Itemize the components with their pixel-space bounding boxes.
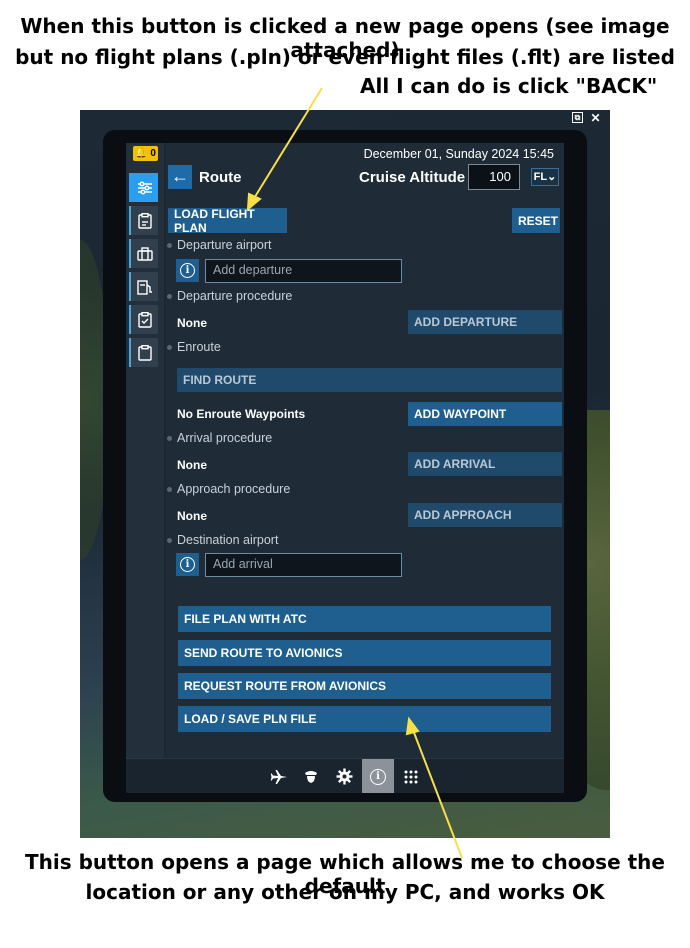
reset-button[interactable]: RESET [512, 208, 560, 233]
fuel-icon [136, 279, 152, 295]
chevron-down-icon: ⌄ [547, 171, 557, 183]
close-icon[interactable]: ✕ [589, 112, 602, 125]
departure-info-button[interactable]: i [176, 259, 199, 282]
add-departure-button[interactable]: ADD DEPARTURE [408, 310, 562, 334]
sidebar-item-notes[interactable] [129, 338, 158, 367]
sidebar-item-fuel[interactable] [129, 272, 158, 301]
timeline-dot [167, 345, 172, 350]
settings-button[interactable] [329, 759, 359, 793]
pilot-button[interactable] [296, 759, 326, 793]
briefcase-icon [136, 246, 153, 261]
approach-procedure-value: None [177, 509, 207, 523]
airplane-button[interactable] [264, 759, 294, 793]
back-button[interactable]: ← [168, 165, 192, 189]
destination-airport-label: Destination airport [177, 533, 279, 547]
arrival-procedure-label: Arrival procedure [177, 431, 273, 445]
timeline-dot [167, 294, 172, 299]
caption-top-line2: but no flight plans (.pln) or even fligh… [15, 45, 675, 69]
clipboard-icon [137, 344, 152, 361]
timeline-dot [167, 538, 172, 543]
add-waypoint-button[interactable]: ADD WAYPOINT [408, 402, 562, 426]
timeline-dot [167, 436, 172, 441]
sidebar-item-route[interactable] [129, 173, 158, 202]
destination-input[interactable]: Add arrival [205, 553, 402, 577]
info-icon: i [180, 263, 195, 278]
gear-icon [336, 768, 352, 785]
arrival-procedure-value: None [177, 458, 207, 472]
pilot-icon [305, 770, 317, 783]
sidebar-item-checklist[interactable] [129, 206, 158, 235]
find-route-button[interactable]: FIND ROUTE [177, 368, 562, 392]
apps-button[interactable] [396, 759, 426, 793]
window-tools: ⧉ ✕ [572, 112, 602, 125]
altitude-unit-select[interactable]: FL⌄ [531, 168, 559, 186]
departure-input[interactable]: Add departure [205, 259, 402, 283]
departure-procedure-label: Departure procedure [177, 289, 293, 303]
send-route-avionics-button[interactable]: SEND ROUTE TO AVIONICS [178, 640, 551, 666]
timeline-dot [167, 243, 172, 248]
sidebar-item-checks[interactable] [129, 305, 158, 334]
cruise-altitude-label: Cruise Altitude [359, 169, 466, 186]
caption-bottom-line2: location or any other on my PC, and work… [85, 880, 605, 904]
info-icon: i [180, 557, 195, 572]
file-plan-atc-button[interactable]: FILE PLAN WITH ATC [178, 606, 551, 632]
approach-procedure-label: Approach procedure [177, 482, 291, 496]
enroute-label: Enroute [177, 340, 221, 354]
efb-screen: 🔔 0 December 01, Sunday 2024 15:45 ← Rou… [126, 143, 564, 793]
route-panel: December 01, Sunday 2024 15:45 ← Route C… [166, 143, 564, 758]
page-title: Route [199, 169, 242, 186]
altitude-unit: FL [533, 171, 548, 183]
enroute-value: No Enroute Waypoints [177, 407, 306, 421]
bottom-toolbar: i [126, 758, 564, 793]
add-arrival-button[interactable]: ADD ARRIVAL [408, 452, 562, 476]
request-route-avionics-button[interactable]: REQUEST ROUTE FROM AVIONICS [178, 673, 551, 699]
clipboard-check-icon [137, 311, 152, 328]
destination-info-button[interactable]: i [176, 553, 199, 576]
checklist-icon [137, 212, 152, 229]
info-icon: i [370, 768, 386, 785]
arrow-left-icon: ← [171, 166, 189, 186]
apps-grid-icon [404, 770, 418, 783]
notification-count: 0 [150, 148, 156, 159]
departure-airport-label: Departure airport [177, 238, 272, 252]
info-button[interactable]: i [362, 759, 394, 793]
sidebar-item-payload[interactable] [129, 239, 158, 268]
timeline-dot [167, 487, 172, 492]
cruise-altitude-input[interactable]: 100 [468, 164, 520, 190]
load-save-pln-button[interactable]: LOAD / SAVE PLN FILE [178, 706, 551, 732]
caption-top-line3: All I can do is click "BACK" [360, 74, 658, 98]
add-approach-button[interactable]: ADD APPROACH [408, 503, 562, 527]
departure-procedure-value: None [177, 316, 207, 330]
airplane-icon [270, 769, 287, 784]
datetime: December 01, Sunday 2024 15:45 [363, 147, 554, 161]
load-flight-plan-button[interactable]: LOAD FLIGHT PLAN [168, 207, 287, 235]
sliders-icon [137, 180, 152, 195]
notification-badge[interactable]: 🔔 0 [133, 146, 158, 161]
sidebar: 🔔 0 [126, 143, 164, 758]
popout-icon[interactable]: ⧉ [572, 112, 583, 123]
